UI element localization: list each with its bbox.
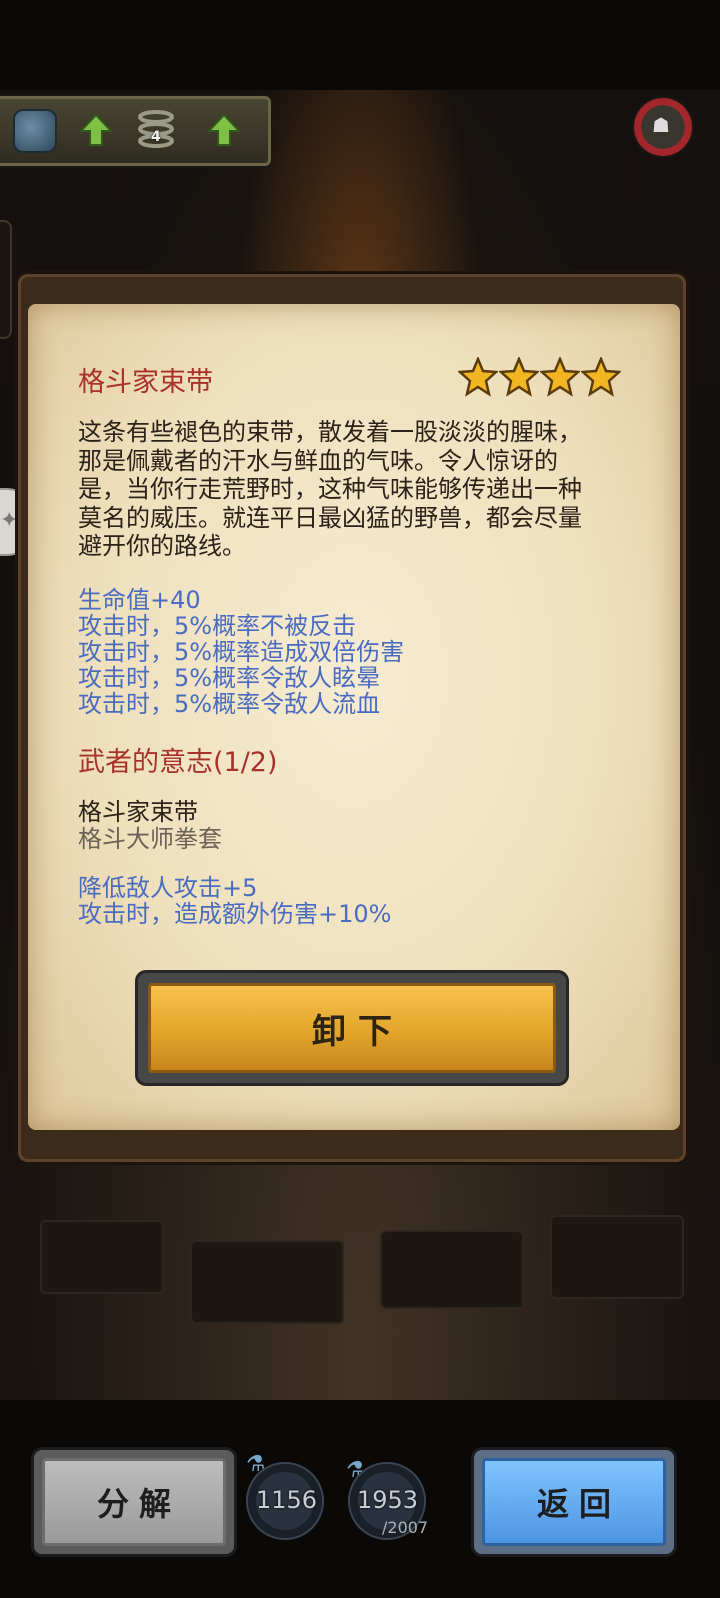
back-button[interactable]: 返回 (474, 1450, 674, 1554)
set-piece: 格斗大师拳套 (78, 825, 222, 853)
star-icon (458, 357, 498, 397)
decompose-button[interactable]: 分解 (34, 1450, 234, 1554)
item-rating (458, 357, 622, 401)
unequip-button-face: 卸下 (148, 983, 556, 1073)
puzzle-icon: ✦ (0, 508, 19, 533)
item-name: 格斗家束带 (78, 367, 213, 398)
background-brick (380, 1230, 524, 1309)
wolf-icon: ☗ (652, 113, 670, 137)
background-brick (550, 1215, 684, 1299)
item-stat: 攻击时，5%概率不被反击 (78, 612, 357, 640)
back-button-face: 返回 (482, 1458, 666, 1546)
star-icon (499, 357, 539, 397)
star-icon (540, 357, 580, 397)
resource-value: 1953 (357, 1486, 419, 1514)
coil-count: 4 (151, 129, 161, 145)
item-stat: 攻击时，5%概率令敌人流血 (78, 690, 381, 718)
item-stat: 攻击时，5%概率令敌人眩晕 (78, 664, 381, 692)
resource-max: /2007 (382, 1518, 429, 1537)
set-bonus: 降低敌人攻击+5 (78, 874, 258, 902)
scale-gem-icon (13, 109, 57, 153)
item-stat: 攻击时，5%概率造成双倍伤害 (78, 638, 405, 666)
decompose-button-face: 分解 (42, 1458, 226, 1546)
background-brick (190, 1240, 344, 1324)
side-drawer-tab[interactable] (0, 220, 12, 339)
item-description: 这条有些褪色的束带，散发着一股淡淡的腥味，那是佩戴者的汗水与鲜血的气味。令人惊讶… (78, 418, 582, 560)
back-label: 返回 (536, 1485, 621, 1523)
upgrade-bar: 4 (0, 96, 271, 166)
resource-value: 1156 (256, 1486, 318, 1514)
set-bonus: 攻击时，造成额外伤害+10% (78, 900, 392, 928)
item-stat: 生命值+40 (78, 586, 201, 614)
decompose-label: 分解 (96, 1485, 181, 1523)
set-piece: 格斗家束带 (78, 798, 198, 826)
unequip-label: 卸下 (312, 1011, 404, 1052)
star-icon (581, 357, 621, 397)
background-brick (40, 1220, 164, 1294)
unequip-button[interactable]: 卸下 (138, 973, 566, 1083)
set-title: 武者的意志(1/2) (78, 747, 278, 778)
wolf-emblem-button[interactable]: ☗ (634, 98, 692, 156)
